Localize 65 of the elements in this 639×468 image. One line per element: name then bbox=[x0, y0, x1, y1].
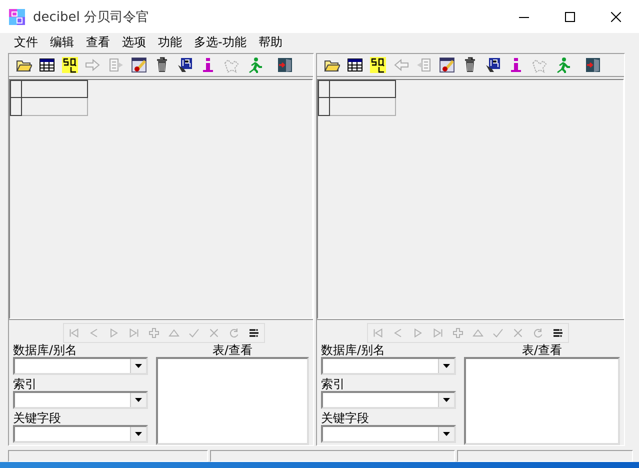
last-record-icon bbox=[432, 327, 444, 339]
last-record-icon bbox=[128, 327, 140, 339]
menu-item[interactable]: 多选-功能 bbox=[188, 33, 252, 51]
list-label: 表/查看 bbox=[520, 343, 564, 357]
sql-icon bbox=[62, 56, 78, 73]
table-eraser-icon bbox=[130, 56, 146, 73]
first-record-icon bbox=[372, 327, 384, 339]
app-logo-icon bbox=[9, 8, 25, 24]
menu-item[interactable]: 帮助 bbox=[252, 33, 288, 51]
menu-item[interactable]: 查看 bbox=[80, 33, 116, 51]
first-record-icon bbox=[68, 327, 80, 339]
dropdown-arrow-icon bbox=[135, 432, 142, 436]
field-label: 索引 bbox=[321, 377, 346, 391]
settings-icon bbox=[552, 327, 564, 339]
plus-icon bbox=[148, 327, 160, 339]
triangle-icon bbox=[168, 327, 180, 339]
field-label: 关键字段 bbox=[321, 411, 370, 425]
sql-icon bbox=[370, 56, 386, 73]
refresh-icon bbox=[228, 327, 240, 339]
settings-icon bbox=[248, 327, 260, 339]
next-record-icon bbox=[412, 327, 424, 339]
prior-record-icon bbox=[88, 327, 100, 339]
window-title: decibel 分贝司令官 bbox=[33, 8, 150, 26]
dropdown-arrow-icon bbox=[443, 432, 450, 436]
dropdown-field[interactable] bbox=[321, 425, 456, 443]
table-list[interactable] bbox=[464, 357, 620, 445]
triangle-icon bbox=[472, 327, 484, 339]
menu-item[interactable]: 选项 bbox=[116, 33, 152, 51]
table-eraser-icon bbox=[438, 56, 454, 73]
table-icon bbox=[346, 56, 362, 73]
check-icon bbox=[492, 327, 504, 339]
table-icon bbox=[38, 56, 54, 73]
next-record-icon bbox=[108, 327, 120, 339]
arrow-right-icon bbox=[84, 56, 100, 73]
arrow-left-icon bbox=[392, 56, 408, 73]
field-label: 数据库/别名 bbox=[321, 343, 386, 357]
cross-icon bbox=[512, 327, 524, 339]
close-icon bbox=[611, 12, 621, 22]
menu-item[interactable]: 文件 bbox=[8, 33, 44, 51]
field-label: 数据库/别名 bbox=[13, 343, 78, 357]
field-label: 索引 bbox=[13, 377, 38, 391]
dropdown-field[interactable] bbox=[13, 357, 148, 375]
menu-item[interactable]: 功能 bbox=[152, 33, 188, 51]
dropdown-arrow-icon bbox=[443, 398, 450, 402]
list-label: 表/查看 bbox=[211, 343, 254, 357]
dropdown-arrow-icon bbox=[443, 364, 450, 368]
plus-icon bbox=[452, 327, 464, 339]
maximize-icon bbox=[565, 12, 575, 22]
dropdown-arrow-icon bbox=[135, 364, 142, 368]
dropdown-field[interactable] bbox=[13, 391, 148, 409]
menu-item[interactable]: 编辑 bbox=[44, 33, 80, 51]
cross-icon bbox=[208, 327, 220, 339]
dropdown-field[interactable] bbox=[321, 391, 456, 409]
dropdown-field[interactable] bbox=[13, 425, 148, 443]
dropdown-arrow-icon bbox=[135, 398, 142, 402]
refresh-icon bbox=[532, 327, 544, 339]
dropdown-field[interactable] bbox=[321, 357, 456, 375]
door-icon bbox=[276, 56, 292, 73]
prior-record-icon bbox=[392, 327, 404, 339]
document-arrow-icon bbox=[416, 56, 432, 73]
document-arrow-icon bbox=[108, 56, 124, 73]
door-icon bbox=[584, 56, 600, 73]
table-list[interactable] bbox=[156, 357, 309, 445]
field-label: 关键字段 bbox=[13, 411, 62, 425]
check-icon bbox=[188, 327, 200, 339]
